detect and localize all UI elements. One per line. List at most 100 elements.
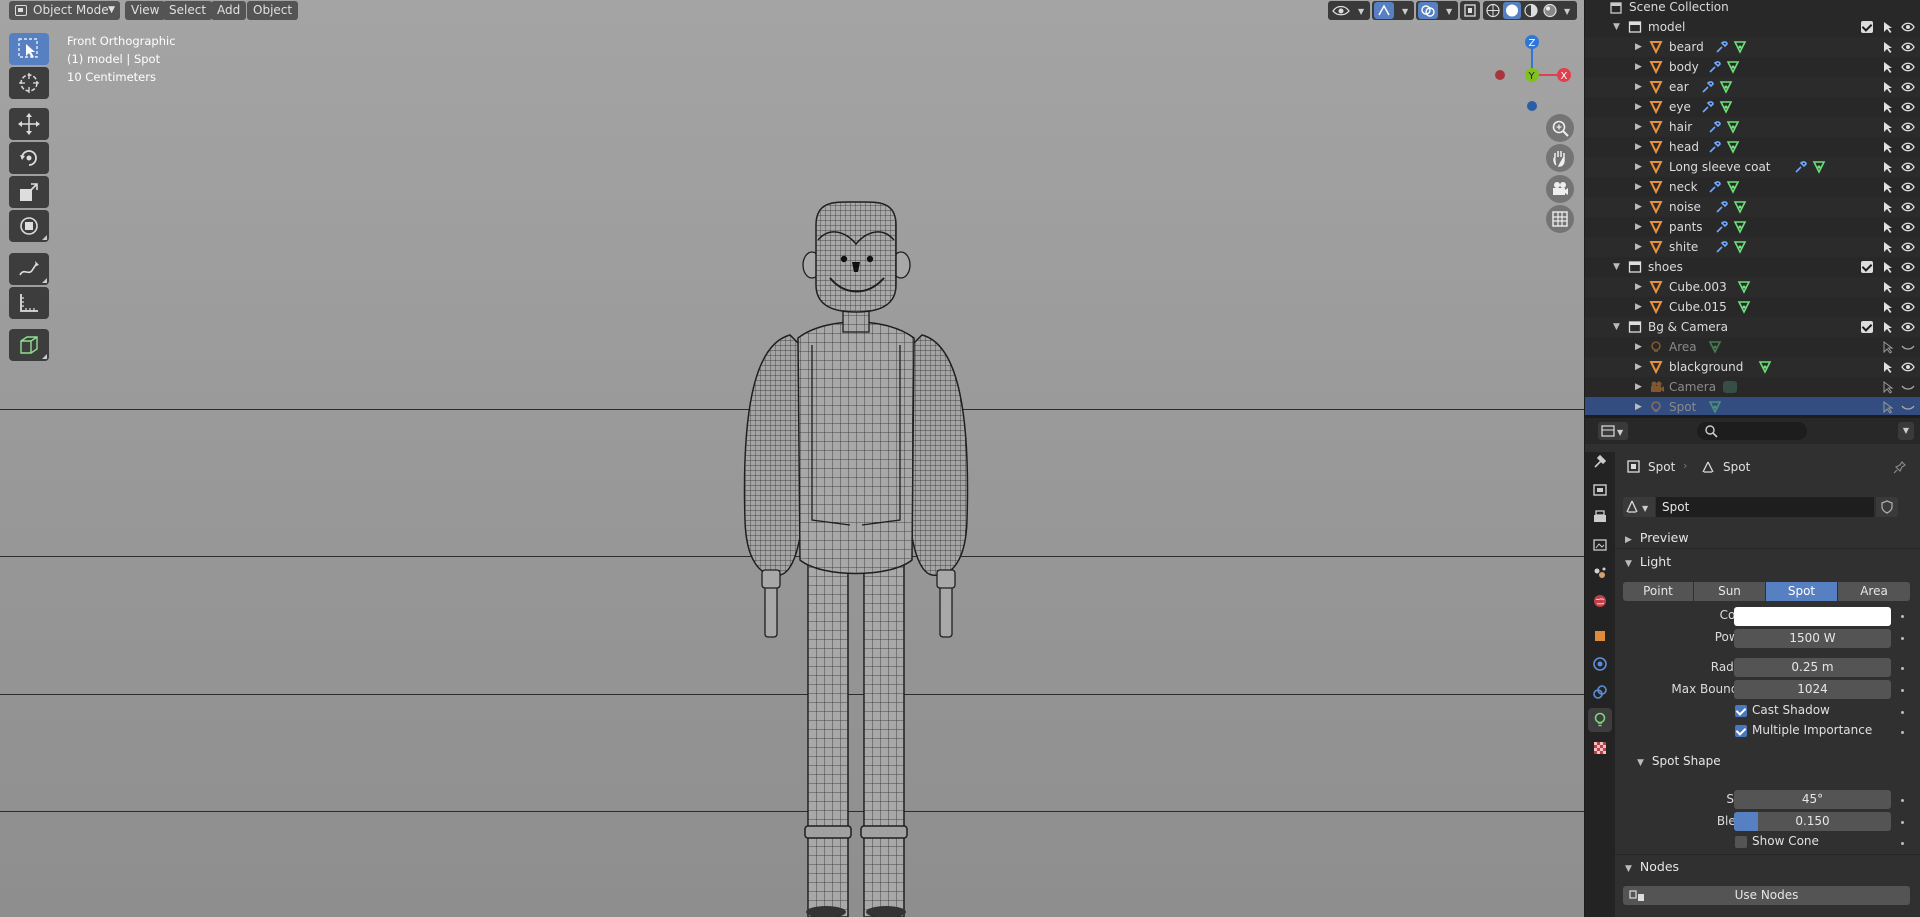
- power-field[interactable]: 1500 W: [1734, 629, 1891, 648]
- outliner-object-row[interactable]: ▶ Spot: [1585, 397, 1920, 415]
- tab-view-layer[interactable]: [1588, 533, 1612, 557]
- tab-texture[interactable]: [1588, 736, 1612, 760]
- keyframe-dot[interactable]: [1901, 689, 1904, 692]
- options-dropdown[interactable]: ▼: [1898, 422, 1914, 440]
- collapsed-icon[interactable]: ▶: [1635, 357, 1642, 377]
- mode-dropdown[interactable]: Object Mode ▼: [9, 1, 120, 20]
- select-box-tool[interactable]: [9, 33, 49, 65]
- keyframe-dot[interactable]: [1901, 637, 1904, 640]
- outliner-object-row[interactable]: ▶ neck: [1585, 177, 1920, 197]
- add-cube-tool[interactable]: [9, 329, 49, 361]
- nodes-panel-header[interactable]: ▼ Nodes: [1625, 859, 1679, 874]
- datablock-name-field[interactable]: Spot: [1656, 497, 1874, 517]
- outliner-object-row[interactable]: ▶ pants: [1585, 217, 1920, 237]
- rotate-tool[interactable]: [9, 142, 49, 174]
- gizmo-toggle[interactable]: ▼: [1372, 1, 1414, 20]
- outliner-object-row[interactable]: ▶ body: [1585, 57, 1920, 77]
- outliner-object-row[interactable]: ▶ beard: [1585, 37, 1920, 57]
- exclude-checkbox[interactable]: [1861, 21, 1873, 33]
- exclude-checkbox[interactable]: [1861, 321, 1873, 333]
- transform-tool[interactable]: [9, 210, 49, 242]
- exclude-checkbox[interactable]: [1861, 261, 1873, 273]
- radius-field[interactable]: 0.25 m: [1734, 658, 1891, 677]
- multiple-importance-checkbox[interactable]: [1735, 725, 1747, 737]
- outliner-collection-row[interactable]: ▼ model: [1585, 17, 1920, 37]
- light-type-point[interactable]: Point: [1623, 582, 1693, 601]
- max-bounces-field[interactable]: 1024: [1734, 680, 1891, 699]
- tab-physics[interactable]: [1588, 652, 1612, 676]
- expanded-icon[interactable]: ▼: [1613, 317, 1620, 337]
- outliner-object-row[interactable]: ▶ Long sleeve coat: [1585, 157, 1920, 177]
- outliner-object-row[interactable]: ▶ hair: [1585, 117, 1920, 137]
- menu-select[interactable]: Select: [163, 1, 213, 20]
- keyframe-dot[interactable]: [1901, 799, 1904, 802]
- tab-render[interactable]: [1588, 477, 1612, 501]
- collapsed-icon[interactable]: ▶: [1635, 57, 1642, 77]
- properties-search[interactable]: [1697, 422, 1807, 440]
- cursor-tool[interactable]: [9, 67, 49, 99]
- light-type-sun[interactable]: Sun: [1694, 582, 1765, 601]
- light-data-icon[interactable]: [1708, 400, 1722, 415]
- character-model[interactable]: [0, 0, 1584, 917]
- zoom-button[interactable]: [1546, 114, 1574, 142]
- overlays-toggle[interactable]: ▼: [1416, 1, 1458, 20]
- tab-scene[interactable]: [1588, 561, 1612, 585]
- outliner-object-row[interactable]: ▶ head: [1585, 137, 1920, 157]
- keyframe-dot[interactable]: [1901, 821, 1904, 824]
- spot-shape-panel-header[interactable]: ▼ Spot Shape: [1637, 754, 1721, 768]
- collapsed-icon[interactable]: ▶: [1635, 277, 1642, 297]
- outliner-collection-row[interactable]: ▼ shoes: [1585, 257, 1920, 277]
- selectable-toggle-icon[interactable]: [1881, 400, 1895, 415]
- outliner-object-row[interactable]: ▶ Area: [1585, 337, 1920, 357]
- light-type-area[interactable]: Area: [1838, 582, 1910, 601]
- color-swatch[interactable]: [1734, 607, 1891, 626]
- annotate-tool[interactable]: [9, 253, 49, 285]
- collapsed-icon[interactable]: ▶: [1635, 97, 1642, 117]
- collapsed-icon[interactable]: ▶: [1635, 157, 1642, 177]
- outliner-object-row[interactable]: ▶ Cube.015: [1585, 297, 1920, 317]
- tab-tool[interactable]: [1588, 449, 1612, 473]
- spot-size-field[interactable]: 45°: [1734, 790, 1891, 809]
- eye-closed-icon[interactable]: [1901, 400, 1915, 415]
- outliner-object-row[interactable]: ▶ Camera: [1585, 377, 1920, 397]
- keyframe-dot[interactable]: [1901, 667, 1904, 670]
- pan-button[interactable]: [1546, 144, 1574, 172]
- scale-tool[interactable]: [9, 176, 49, 208]
- measure-tool[interactable]: [9, 287, 49, 319]
- outliner-object-row[interactable]: ▶ Cube.003: [1585, 277, 1920, 297]
- show-cone-checkbox[interactable]: [1735, 836, 1747, 848]
- tab-output[interactable]: [1588, 505, 1612, 529]
- xray-toggle[interactable]: [1460, 1, 1480, 20]
- tab-constraints[interactable]: [1588, 680, 1612, 704]
- editor-type-dropdown[interactable]: ▼: [1598, 422, 1628, 440]
- collapsed-icon[interactable]: ▶: [1635, 337, 1642, 357]
- collapsed-icon[interactable]: ▶: [1635, 297, 1642, 317]
- use-nodes-button[interactable]: Use Nodes: [1623, 886, 1910, 905]
- outliner-object-row[interactable]: ▶ ear: [1585, 77, 1920, 97]
- outliner-object-row[interactable]: ▶ shite: [1585, 237, 1920, 257]
- visibility-dropdown[interactable]: ▼: [1328, 1, 1370, 20]
- outliner-collection-row[interactable]: ▼ Bg & Camera: [1585, 317, 1920, 337]
- preview-panel-header[interactable]: ▶ Preview: [1625, 530, 1689, 545]
- collapsed-icon[interactable]: ▶: [1635, 397, 1642, 415]
- collapsed-icon[interactable]: ▶: [1635, 37, 1642, 57]
- collapsed-icon[interactable]: ▶: [1635, 77, 1642, 97]
- shading-modes[interactable]: ▼: [1483, 1, 1577, 20]
- collapsed-icon[interactable]: ▶: [1635, 377, 1642, 397]
- collapsed-icon[interactable]: ▶: [1635, 177, 1642, 197]
- collapsed-icon[interactable]: ▶: [1635, 117, 1642, 137]
- datablock-browse[interactable]: ▼: [1623, 497, 1655, 517]
- navigation-gizmo[interactable]: Z X Y: [1486, 30, 1576, 120]
- collapsed-icon[interactable]: ▶: [1635, 217, 1642, 237]
- expanded-icon[interactable]: ▼: [1613, 257, 1620, 277]
- tab-object[interactable]: [1588, 624, 1612, 648]
- keyframe-dot[interactable]: [1901, 615, 1904, 618]
- outliner-object-row[interactable]: ▶ noise: [1585, 197, 1920, 217]
- outliner-object-row[interactable]: ▶ blackground: [1585, 357, 1920, 377]
- 3d-viewport[interactable]: Object Mode ▼ View Select Add Object ▼ ▼…: [0, 0, 1584, 917]
- menu-add[interactable]: Add: [211, 1, 247, 20]
- pin-icon[interactable]: [1893, 460, 1907, 474]
- tab-light-data[interactable]: [1588, 708, 1612, 732]
- keyframe-dot[interactable]: [1901, 842, 1904, 845]
- keyframe-dot[interactable]: [1901, 711, 1904, 714]
